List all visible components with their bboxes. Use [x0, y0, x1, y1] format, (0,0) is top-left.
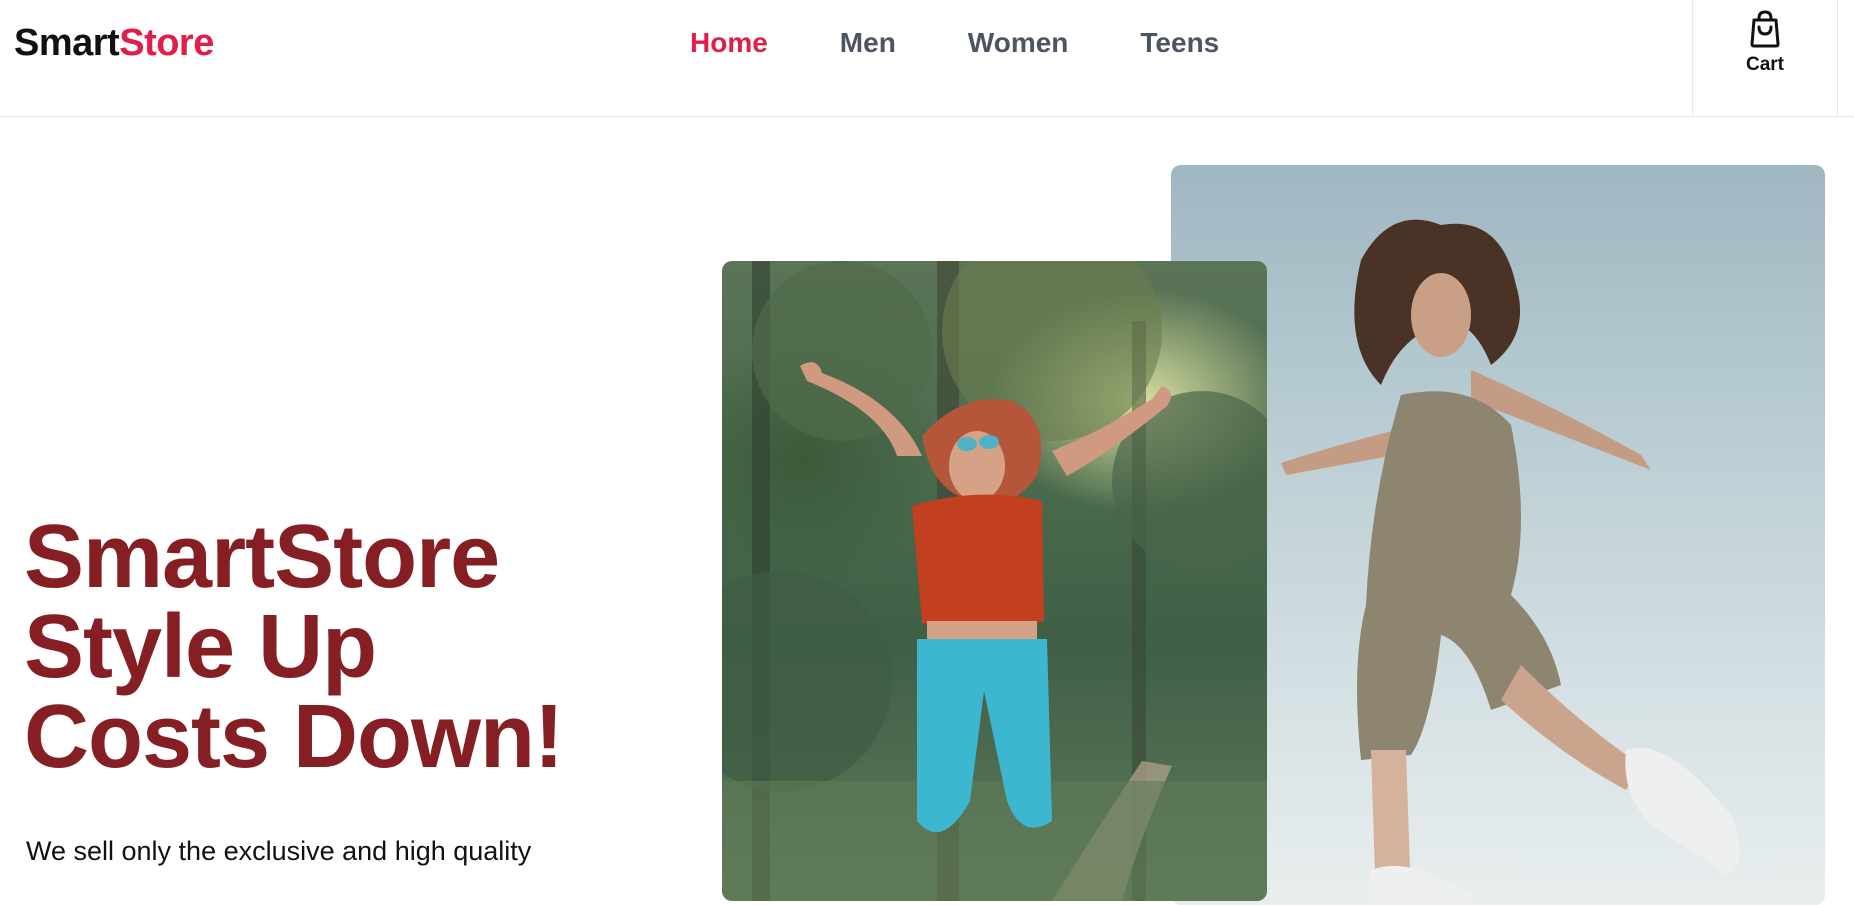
nav-link-home[interactable]: Home [690, 26, 768, 60]
nav-link-teens[interactable]: Teens [1140, 26, 1219, 60]
cart-button[interactable]: Cart [1692, 0, 1838, 117]
logo-text-smart: Smart [14, 22, 120, 64]
sky-jump-illustration [1281, 219, 1740, 905]
hero-title-line: Costs Down! [24, 687, 564, 787]
nav-link-men[interactable]: Men [840, 26, 896, 60]
top-navbar: SmartStore Home Men Women Teens Cart [0, 0, 1854, 117]
hero-image-forest-jump [722, 261, 1267, 901]
logo[interactable]: SmartStore [14, 22, 214, 65]
cart-label: Cart [1745, 54, 1784, 75]
hero-title: SmartStore Style Up Costs Down! [24, 507, 564, 787]
forest-jump-illustration [722, 261, 1267, 901]
hero-title-line: Style Up [24, 597, 377, 697]
shopping-bag-icon [1750, 10, 1780, 48]
logo-text-store: Store [119, 22, 214, 64]
main-nav: Home Men Women Teens [690, 26, 1291, 60]
hero-title-line: SmartStore [24, 507, 500, 607]
hero-image-sky-jump [1171, 165, 1825, 905]
nav-link-women[interactable]: Women [968, 26, 1069, 60]
hero-subtitle: We sell only the exclusive and high qual… [26, 836, 532, 866]
